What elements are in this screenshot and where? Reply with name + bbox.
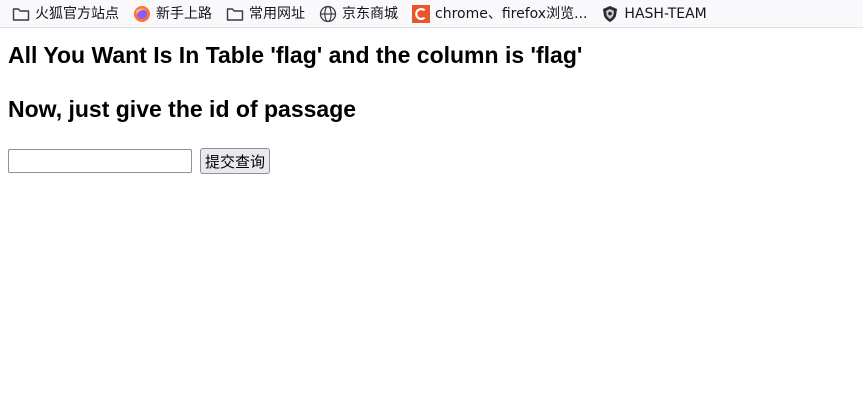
bookmark-label: HASH-TEAM [624,5,707,22]
id-query-form: 提交查询 [8,148,582,174]
bookmark-label: 京东商城 [342,5,398,22]
submit-query-button[interactable]: 提交查询 [200,148,271,174]
folder-icon [226,5,244,23]
globe-icon [319,5,337,23]
bookmark-label: 新手上路 [156,5,212,22]
bookmark-common-sites[interactable]: 常用网址 [226,2,305,26]
bookmark-label: 常用网址 [249,5,305,22]
bookmark-jd-mall[interactable]: 京东商城 [319,2,398,26]
shield-logo-icon [601,5,619,23]
bookmark-chrome-firefox[interactable]: chrome、firefox浏览... [412,2,587,26]
bookmarks-toolbar: 火狐官方站点 新手上路 常用网址 京东商城 chrome、firefox浏览..… [0,0,863,28]
bookmark-label: 火狐官方站点 [35,5,119,22]
firefox-icon [133,5,151,23]
bookmark-firefox-official[interactable]: 火狐官方站点 [12,2,119,26]
bookmark-label: chrome、firefox浏览... [435,5,588,22]
page-heading-flag-table: All You Want Is In Table 'flag' and the … [8,42,583,68]
bookmark-getting-started[interactable]: 新手上路 [133,2,212,26]
page-content: All You Want Is In Table 'flag' and the … [8,28,582,174]
passage-id-input[interactable] [8,149,192,173]
bookmark-hash-team[interactable]: HASH-TEAM [601,2,707,26]
folder-icon [12,5,30,23]
c-logo-icon [412,4,430,23]
page-heading-passage-id: Now, just give the id of passage [8,96,357,122]
